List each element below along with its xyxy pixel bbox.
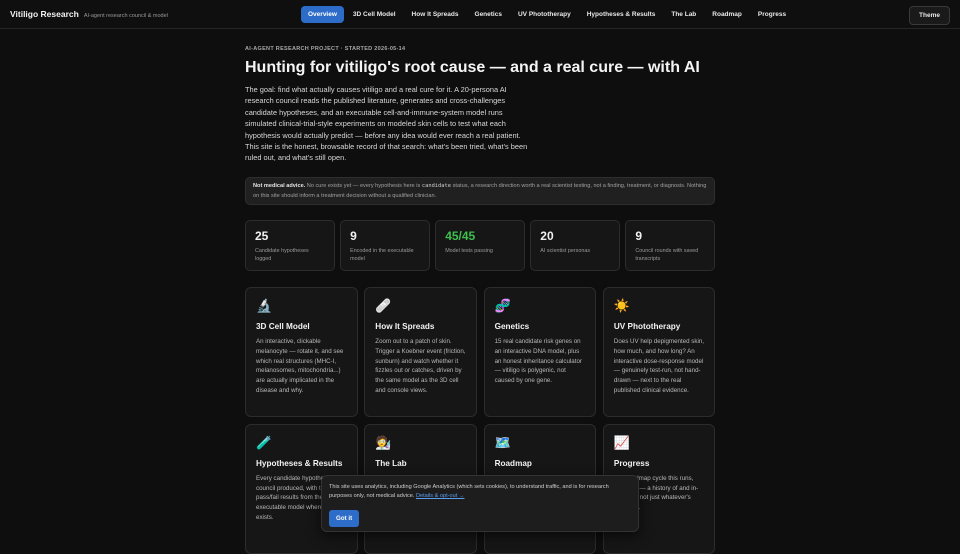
card-desc: Zoom out to a patch of skin. Trigger a K… xyxy=(375,338,466,394)
disclaimer-strong: Not medical advice. xyxy=(253,183,306,189)
test-tube-icon: 🧪 xyxy=(256,435,273,451)
main-nav: Overview 3D Cell Model How It Spreads Ge… xyxy=(301,6,793,23)
bandage-icon: 🩹 xyxy=(375,299,392,314)
nav-genetics[interactable]: Genetics xyxy=(468,6,509,23)
medical-disclaimer: Not medical advice. No cure exists yet —… xyxy=(245,177,715,205)
card-title: The Lab xyxy=(375,458,407,468)
nav-roadmap[interactable]: Roadmap xyxy=(705,6,749,23)
nav-overview[interactable]: Overview xyxy=(301,6,344,23)
stat-label: AI scientist personas xyxy=(540,248,591,254)
card-title: 3D Cell Model xyxy=(256,322,310,331)
stat-value: 20 xyxy=(540,229,554,243)
stat-label: Model tests passing xyxy=(445,248,493,254)
card-how-it-spreads[interactable]: 🩹 How It Spreads Zoom out to a patch of … xyxy=(364,287,477,417)
stat-tests: 45/45 Model tests passing xyxy=(435,220,525,271)
card-desc: An interactive, clickable melanocyte — r… xyxy=(256,338,344,394)
stat-value: 25 xyxy=(255,229,269,243)
cookie-details-link[interactable]: Details & opt-out → xyxy=(416,493,465,499)
sun-icon: ☀️ xyxy=(613,299,631,314)
nav-how-it-spreads[interactable]: How It Spreads xyxy=(405,6,466,23)
stat-encoded: 9 Encoded in the executable model xyxy=(340,220,430,271)
stat-value: 9 xyxy=(350,229,357,243)
brand[interactable]: Vitiligo Research AI-agent research coun… xyxy=(10,9,168,19)
card-title: UV Phototherapy xyxy=(613,322,681,331)
stat-council-rounds: 9 Council rounds with saved transcripts xyxy=(625,220,715,271)
stat-value: 45/45 xyxy=(445,229,476,243)
cookie-banner: This site uses analytics, including Goog… xyxy=(321,475,639,532)
disclaimer-code: candidate xyxy=(421,183,452,189)
theme-button[interactable]: Theme xyxy=(909,6,950,25)
dna-icon: 🧬 xyxy=(494,299,511,314)
stat-value: 9 xyxy=(635,229,643,243)
nav-progress[interactable]: Progress xyxy=(751,6,793,23)
nav-uv-phototherapy[interactable]: UV Phototherapy xyxy=(511,6,578,23)
microscope-icon: 🔬 xyxy=(256,299,273,314)
card-3d-cell-model[interactable]: 🔬 3D Cell Model An interactive, clickabl… xyxy=(245,287,358,417)
stat-personas: 20 AI scientist personas xyxy=(530,220,620,271)
nav-hypotheses-results[interactable]: Hypotheses & Results xyxy=(580,6,663,23)
stat-label: Encoded in the executable model xyxy=(350,248,414,262)
nav-the-lab[interactable]: The Lab xyxy=(664,6,703,23)
stat-label: Candidate hypotheses logged xyxy=(255,248,309,262)
brand-subtitle: AI-agent research council & model xyxy=(83,13,168,19)
cookie-message: This site uses analytics, including Goog… xyxy=(329,484,609,499)
top-nav-bar: Vitiligo Research AI-agent research coun… xyxy=(0,0,960,29)
brand-title: Vitiligo Research xyxy=(10,9,79,19)
stats-row: 25 Candidate hypotheses logged 9 Encoded… xyxy=(245,220,715,271)
card-title: Genetics xyxy=(494,322,530,331)
cookie-accept-button[interactable]: Got it xyxy=(329,510,360,527)
chart-icon: 📈 xyxy=(613,435,631,451)
page-title: Hunting for vitiligo's root cause — and … xyxy=(245,59,700,76)
card-title: How It Spreads xyxy=(375,322,435,331)
card-genetics[interactable]: 🧬 Genetics 15 real candidate risk genes … xyxy=(483,287,597,417)
stat-label: Council rounds with saved transcripts xyxy=(635,248,699,262)
card-uv-phototherapy[interactable]: ☀️ UV Phototherapy Does UV help depigmen… xyxy=(602,287,716,417)
hero-intro: The goal: find what actually causes viti… xyxy=(245,85,528,163)
scientist-icon: 🧑‍🔬 xyxy=(375,435,392,451)
hero-kicker: AI-AGENT RESEARCH PROJECT · STARTED 2026… xyxy=(245,46,406,52)
card-title: Progress xyxy=(613,458,650,468)
cookie-text: This site uses analytics, including Goog… xyxy=(329,483,631,501)
card-title: Hypotheses & Results xyxy=(256,458,343,468)
card-title: Roadmap xyxy=(494,458,532,468)
nav-3d-cell-model[interactable]: 3D Cell Model xyxy=(346,6,403,23)
disclaimer-text-1: No cure exists yet — every hypothesis he… xyxy=(305,183,422,189)
map-icon: 🗺️ xyxy=(494,435,511,451)
stat-hypotheses: 25 Candidate hypotheses logged xyxy=(245,220,335,271)
card-desc: 15 real candidate risk genes on an inter… xyxy=(494,338,582,385)
card-desc: Does UV help depigmented skin, how much,… xyxy=(613,338,705,394)
